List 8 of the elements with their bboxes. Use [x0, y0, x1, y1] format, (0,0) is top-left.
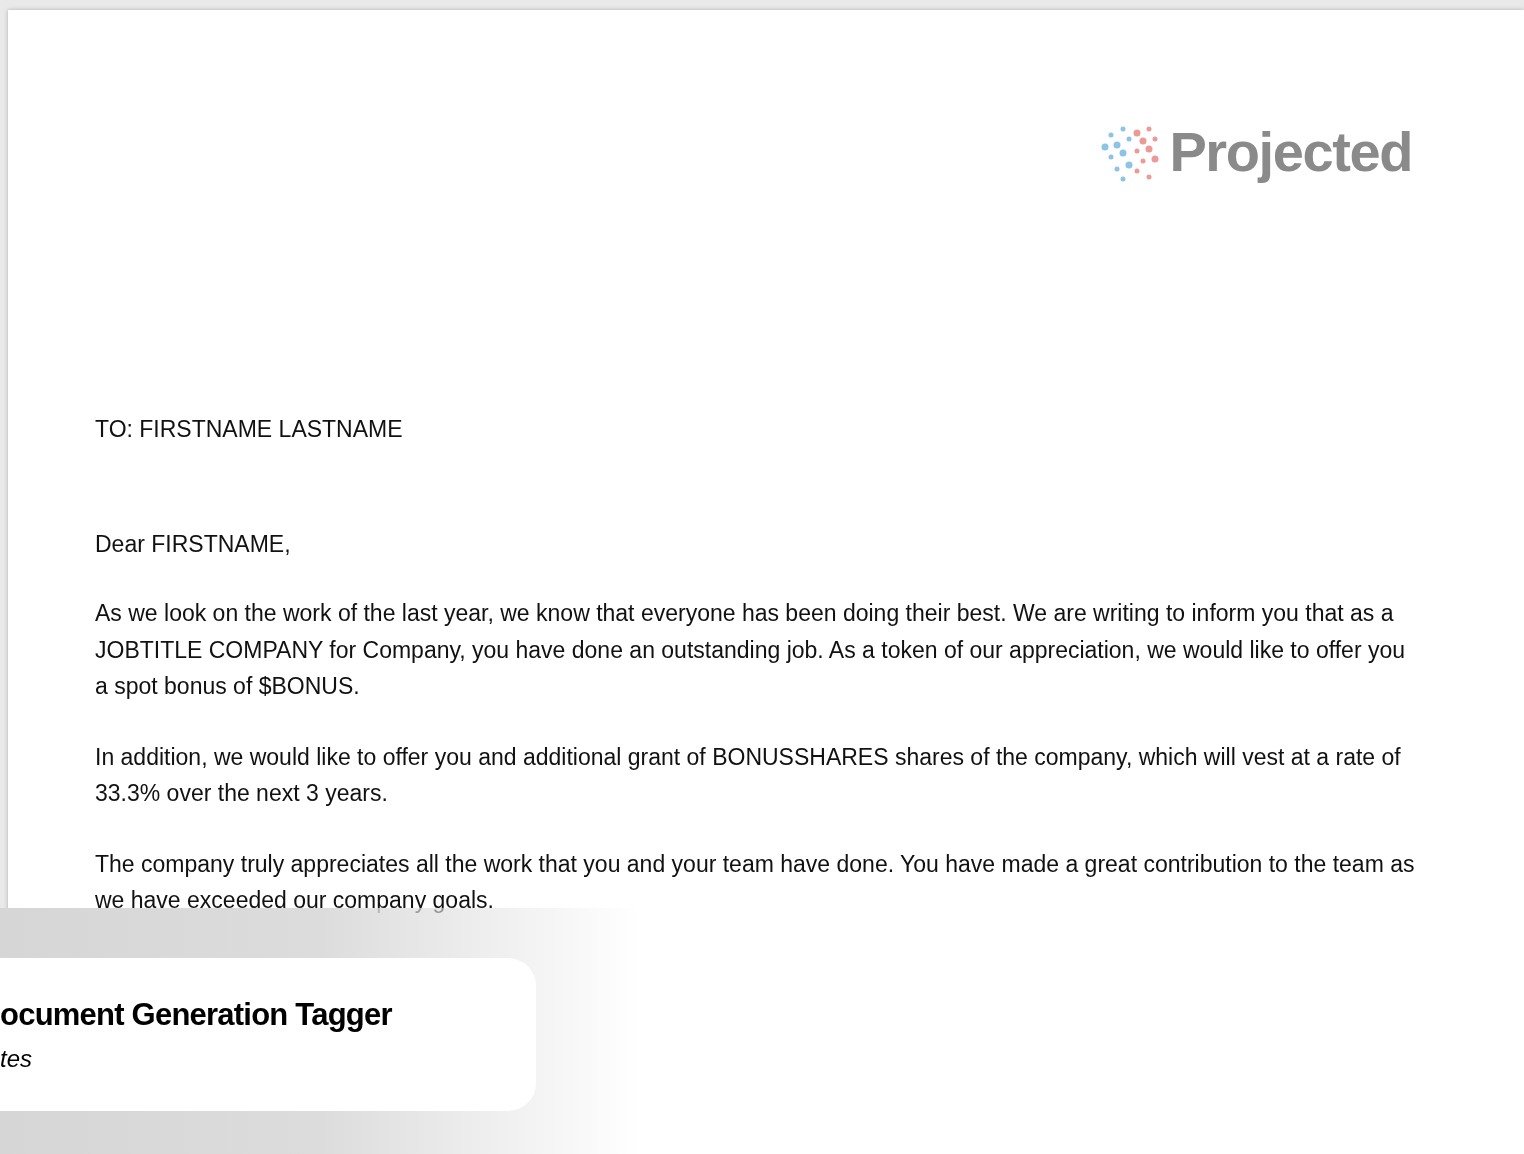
card-title: ocument Generation Tagger: [0, 996, 393, 1034]
greeting: Dear FIRSTNAME,: [95, 529, 292, 559]
letter-paragraph: As we look on the work of the last year, we know that everyone has been doing their best. We are writing to inform you that as a JOBTITLE COMPANY for Company, you have done an outstanding job. As a token of our appreciation, we would like to offer you a spot bonus of $BONUS.: [95, 599, 1407, 701]
card-subtitle: tes: [0, 1043, 33, 1074]
letter-paragraph: The company truly appreciates all the work that you and your team have done. You have made a great contribution to the team as we have exceeded our company goals.: [95, 849, 1415, 915]
letter-paragraph: In addition, we would like to offer you and additional grant of BONUSSHARES shares of the company, which will vest at a rate of 33.3% over the next 3 years.: [95, 742, 1402, 808]
recipient-line: TO: FIRSTNAME LASTNAME: [95, 415, 404, 444]
logo-wordmark: Projected: [1169, 119, 1412, 185]
